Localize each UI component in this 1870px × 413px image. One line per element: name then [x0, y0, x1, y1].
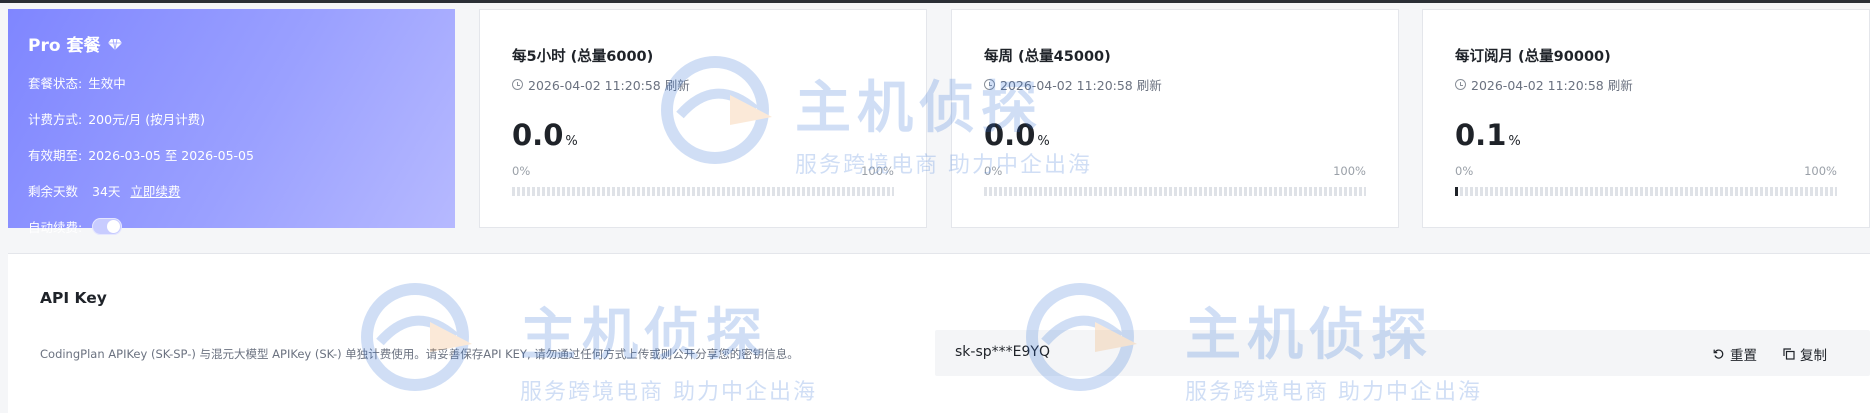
usage-percentage: 0.0 % — [512, 118, 894, 152]
usage-scale: 0% 100% — [1455, 164, 1837, 178]
usage-scale: 0% 100% — [984, 164, 1366, 178]
auto-renew-label: 自动续费: — [28, 220, 83, 235]
usage-progress-bar — [512, 187, 894, 196]
reset-label: 重置 — [1730, 348, 1757, 364]
usage-title: 每周 (总量45000) — [984, 49, 1111, 65]
usage-card-week: 每周 (总量45000) 2026-04-02 11:20:58 刷新 0.0 … — [951, 9, 1399, 228]
plan-remaining-row: 剩余天数 34天 立即续费 — [28, 181, 435, 200]
api-key-box: sk-sp***E9YQ 重置 复制 — [935, 330, 1870, 376]
copy-icon — [1783, 348, 1795, 360]
usage-title: 每5小时 (总量6000) — [512, 49, 654, 65]
scale-min-label: 0% — [1455, 164, 1474, 178]
plan-remaining-label: 剩余天数 — [28, 184, 79, 199]
usage-value: 0.1 — [1455, 118, 1507, 152]
copy-button[interactable]: 复制 — [1783, 344, 1827, 364]
plan-billing-row: 计费方式: 200元/月 (按月计费) — [28, 109, 435, 128]
scale-min-label: 0% — [984, 164, 1003, 178]
auto-renew-row: 自动续费: — [28, 217, 435, 236]
reset-button[interactable]: 重置 — [1713, 344, 1757, 364]
usage-card-month: 每订阅月 (总量90000) 2026-04-02 11:20:58 刷新 0.… — [1422, 9, 1870, 228]
usage-percentage: 0.0 % — [984, 118, 1366, 152]
scale-min-label: 0% — [512, 164, 531, 178]
scale-max-label: 100% — [1804, 164, 1837, 178]
renew-now-link[interactable]: 立即续费 — [130, 181, 180, 200]
scale-max-label: 100% — [1333, 164, 1366, 178]
plan-title-text: Pro 套餐 — [28, 36, 101, 56]
clock-icon — [512, 79, 523, 90]
plan-remaining-value: 34天 — [92, 184, 121, 199]
api-key-panel: API Key CodingPlan APIKey (SK-SP-) 与混元大模… — [8, 253, 1870, 413]
api-key-value: sk-sp***E9YQ — [955, 344, 1050, 360]
clock-icon — [1455, 79, 1466, 90]
usage-refresh-row: 2026-04-02 11:20:58 刷新 — [984, 75, 1366, 94]
usage-unit: % — [1037, 134, 1050, 149]
plan-status-value: 生效中 — [88, 76, 126, 91]
plan-status-row: 套餐状态: 生效中 — [28, 73, 435, 92]
usage-unit: % — [565, 134, 578, 149]
usage-title: 每订阅月 (总量90000) — [1455, 49, 1611, 65]
usage-refresh-row: 2026-04-02 11:20:58 刷新 — [1455, 75, 1837, 94]
api-key-description: CodingPlan APIKey (SK-SP-) 与混元大模型 APIKey… — [40, 347, 799, 361]
plan-validity-value: 2026-03-05 至 2026-05-05 — [88, 148, 254, 163]
usage-progress-bar — [984, 187, 1366, 196]
plan-billing-label: 计费方式: — [28, 112, 83, 127]
diamond-icon — [108, 38, 123, 50]
usage-value: 0.0 — [512, 118, 564, 152]
usage-unit: % — [1508, 134, 1521, 149]
copy-label: 复制 — [1800, 348, 1827, 364]
usage-refresh-time: 2026-04-02 11:20:58 刷新 — [528, 78, 690, 93]
scale-max-label: 100% — [861, 164, 894, 178]
plan-validity-row: 有效期至: 2026-03-05 至 2026-05-05 — [28, 145, 435, 164]
usage-card-5h: 每5小时 (总量6000) 2026-04-02 11:20:58 刷新 0.0… — [479, 9, 927, 228]
usage-progress-bar — [1455, 187, 1837, 196]
clock-icon — [984, 79, 995, 90]
auto-renew-toggle[interactable] — [92, 218, 123, 235]
usage-percentage: 0.1 % — [1455, 118, 1837, 152]
usage-refresh-row: 2026-04-02 11:20:58 刷新 — [512, 75, 894, 94]
usage-value: 0.0 — [984, 118, 1036, 152]
refresh-icon — [1713, 349, 1724, 359]
plan-validity-label: 有效期至: — [28, 148, 83, 163]
plan-status-label: 套餐状态: — [28, 76, 83, 91]
usage-progress-fill — [1455, 187, 1458, 196]
plan-billing-value: 200元/月 (按月计费) — [88, 112, 206, 127]
usage-scale: 0% 100% — [512, 164, 894, 178]
usage-refresh-time: 2026-04-02 11:20:58 刷新 — [1471, 78, 1633, 93]
plan-card: Pro 套餐 套餐状态: 生效中 计费方式: 200元/月 (按月计费) 有效期… — [8, 9, 455, 235]
window-top-border — [0, 0, 1870, 3]
api-key-title: API Key — [40, 289, 107, 307]
plan-title: Pro 套餐 — [28, 31, 435, 56]
toggle-knob — [107, 220, 121, 233]
usage-refresh-time: 2026-04-02 11:20:58 刷新 — [1000, 78, 1162, 93]
